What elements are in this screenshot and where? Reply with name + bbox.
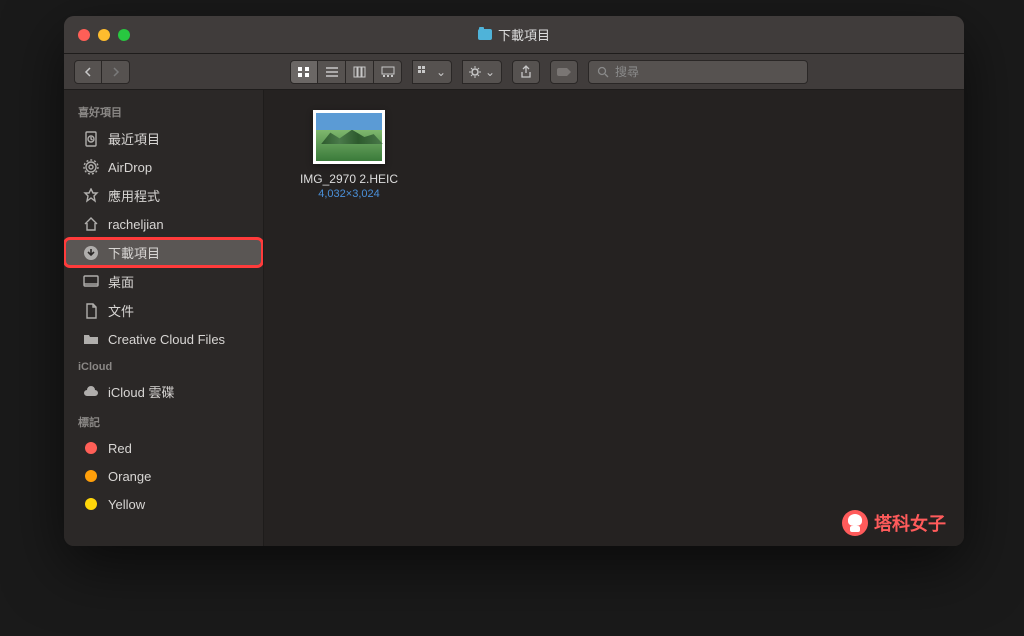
downloads-icon — [82, 244, 100, 262]
sidebar-section-title: 喜好項目 — [64, 96, 263, 124]
sidebar-item-label: iCloud 雲碟 — [108, 382, 174, 401]
search-box[interactable] — [588, 60, 808, 84]
sidebar-item-label: 應用程式 — [108, 186, 160, 205]
sidebar-item-label: Creative Cloud Files — [108, 332, 225, 347]
tag — [82, 467, 100, 485]
tag — [82, 495, 100, 513]
documents-icon — [82, 302, 100, 320]
minimize-button[interactable] — [98, 29, 110, 41]
sidebar-section-title: iCloud — [64, 353, 263, 377]
sidebar-item-label: 下載項目 — [108, 243, 160, 262]
sidebar-item-label: Red — [108, 441, 132, 456]
arrange-button[interactable]: ⌄ — [412, 60, 452, 84]
share-button[interactable] — [512, 60, 540, 84]
search-input[interactable] — [615, 65, 799, 79]
file-item[interactable]: IMG_2970 2.HEIC 4,032×3,024 — [284, 110, 414, 200]
sidebar-item-icloud-雲碟[interactable]: iCloud 雲碟 — [64, 377, 263, 406]
sidebar-item-label: 文件 — [108, 301, 134, 320]
home-icon — [82, 215, 100, 233]
airdrop-icon — [82, 158, 100, 176]
file-dimensions: 4,032×3,024 — [284, 188, 414, 200]
finder-window: 下載項目 — [64, 16, 964, 546]
sidebar-item-racheljian[interactable]: racheljian — [64, 210, 263, 238]
close-button[interactable] — [78, 29, 90, 41]
apps-icon — [82, 187, 100, 205]
sidebar-item-文件[interactable]: 文件 — [64, 296, 263, 325]
sidebar: 喜好項目最近項目 AirDrop 應用程式 racheljian 下載項目桌面文件 Cre… — [64, 90, 264, 546]
sidebar-item-label: Yellow — [108, 497, 145, 512]
sidebar-item-最近項目[interactable]: 最近項目 — [64, 124, 263, 153]
toolbar: ⌄ ⌄ — [64, 54, 964, 90]
back-button[interactable] — [74, 60, 102, 84]
clock-doc-icon — [82, 130, 100, 148]
arrange-group: ⌄ — [412, 60, 452, 84]
titlebar: 下載項目 — [64, 16, 964, 54]
list-view-button[interactable] — [318, 60, 346, 84]
watermark-icon — [842, 510, 868, 536]
icon-view-button[interactable] — [290, 60, 318, 84]
nav-buttons — [74, 60, 130, 84]
view-mode-group — [290, 60, 402, 84]
content-area[interactable]: IMG_2970 2.HEIC 4,032×3,024 塔科女子 — [264, 90, 964, 546]
window-body: 喜好項目最近項目 AirDrop 應用程式 racheljian 下載項目桌面文件 Cre… — [64, 90, 964, 546]
gallery-view-button[interactable] — [374, 60, 402, 84]
sidebar-item-creative-cloud-files[interactable]: Creative Cloud Files — [64, 325, 263, 353]
column-view-button[interactable] — [346, 60, 374, 84]
search-icon — [597, 66, 609, 78]
fullscreen-button[interactable] — [118, 29, 130, 41]
sidebar-section-title: 標記 — [64, 406, 263, 434]
cloud-icon — [82, 383, 100, 401]
sidebar-item-label: 最近項目 — [108, 129, 160, 148]
sidebar-item-orange[interactable]: Orange — [64, 462, 263, 490]
sidebar-item-label: 桌面 — [108, 272, 134, 291]
sidebar-item-應用程式[interactable]: 應用程式 — [64, 181, 263, 210]
sidebar-item-label: Orange — [108, 469, 151, 484]
sidebar-item-label: AirDrop — [108, 160, 152, 175]
watermark-text: 塔科女子 — [874, 510, 946, 536]
action-button[interactable]: ⌄ — [462, 60, 502, 84]
action-group: ⌄ — [462, 60, 502, 84]
watermark: 塔科女子 — [842, 510, 946, 536]
sidebar-item-airdrop[interactable]: AirDrop — [64, 153, 263, 181]
sidebar-item-label: racheljian — [108, 217, 164, 232]
window-title: 下載項目 — [478, 25, 550, 44]
file-name: IMG_2970 2.HEIC — [284, 172, 414, 186]
window-title-text: 下載項目 — [498, 25, 550, 44]
traffic-lights — [64, 29, 130, 41]
tags-button[interactable] — [550, 60, 578, 84]
desktop-icon — [82, 273, 100, 291]
file-thumbnail — [313, 110, 385, 164]
sidebar-item-下載項目[interactable]: 下載項目 — [64, 238, 263, 267]
sidebar-item-red[interactable]: Red — [64, 434, 263, 462]
sidebar-item-桌面[interactable]: 桌面 — [64, 267, 263, 296]
sidebar-item-yellow[interactable]: Yellow — [64, 490, 263, 518]
folder-icon — [82, 330, 100, 348]
tag — [82, 439, 100, 457]
folder-icon — [478, 29, 492, 40]
forward-button[interactable] — [102, 60, 130, 84]
